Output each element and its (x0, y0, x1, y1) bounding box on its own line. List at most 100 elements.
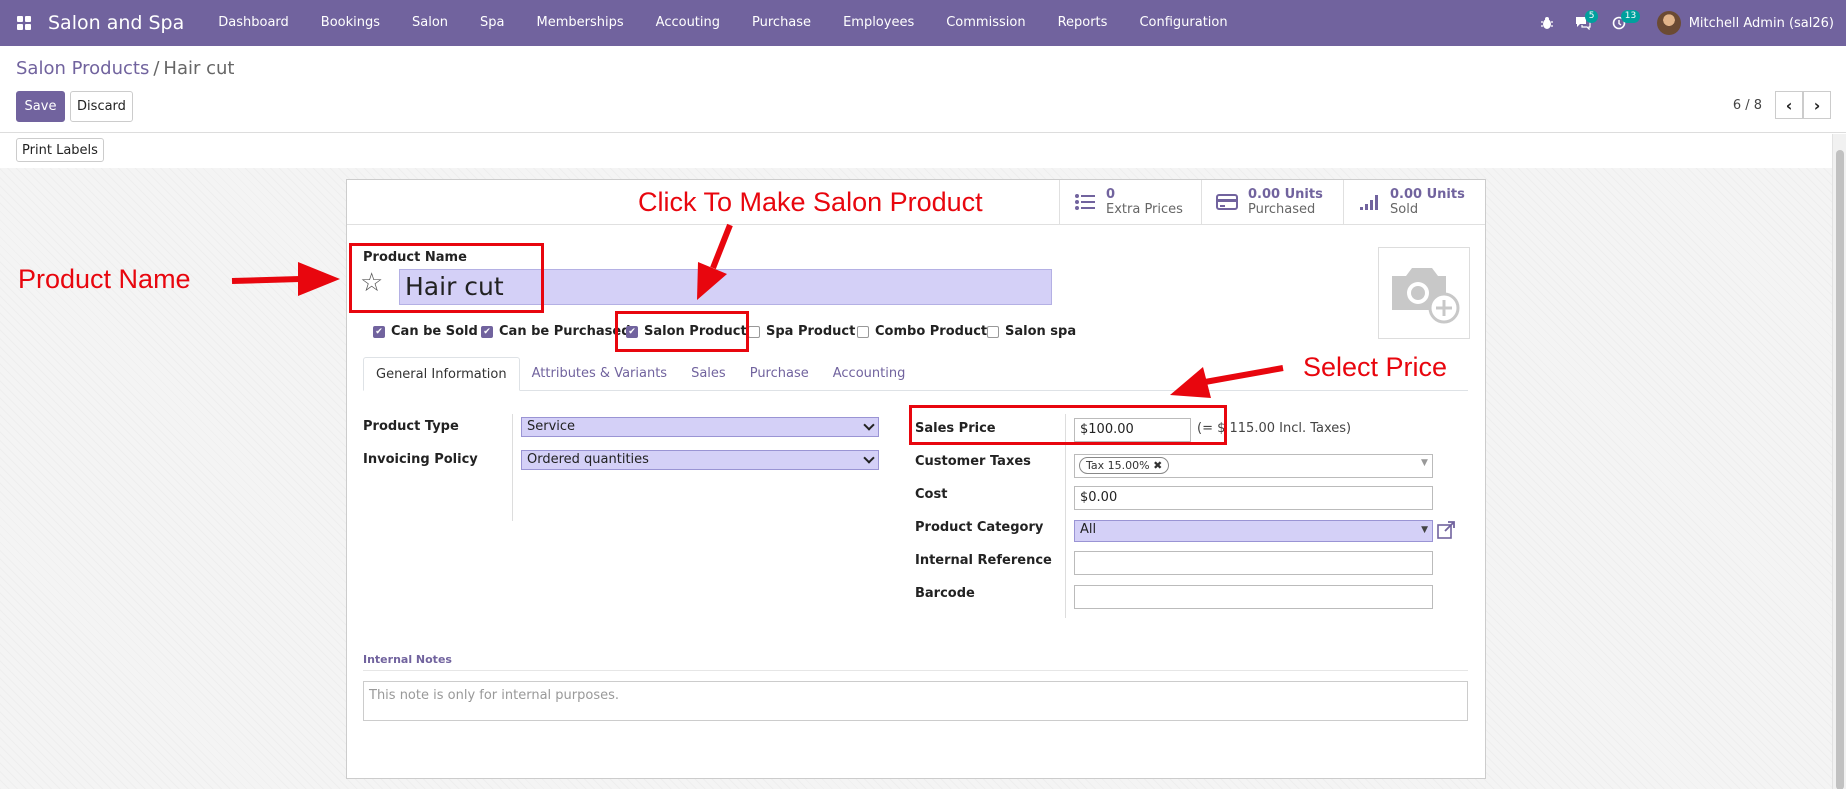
menu-configuration[interactable]: Configuration (1123, 0, 1243, 46)
barcode-input[interactable] (1074, 585, 1433, 609)
checkbox-label: Can be Sold (391, 324, 478, 339)
activities-badge: 13 (1620, 10, 1641, 23)
invoicing-policy-value: Ordered quantities (527, 452, 649, 467)
checkbox-unchecked-icon (857, 325, 869, 338)
barcode-label: Barcode (915, 586, 975, 601)
menu-purchase[interactable]: Purchase (736, 0, 827, 46)
checkbox-label: Salon spa (1005, 324, 1077, 339)
menu-commission[interactable]: Commission (930, 0, 1041, 46)
annotation-box-salon-product (615, 311, 749, 352)
stat-purchased-value: 0.00 Units (1248, 187, 1323, 202)
pager-next-button[interactable]: › (1803, 91, 1831, 119)
pager-previous-button[interactable]: ‹ (1775, 91, 1803, 119)
vertical-scrollbar[interactable] (1832, 134, 1846, 789)
stat-extra-prices[interactable]: 0 Extra Prices (1059, 180, 1201, 224)
menu-spa[interactable]: Spa (464, 0, 520, 46)
chevron-down-icon (863, 419, 875, 431)
annotation-box-sales-price (909, 405, 1227, 445)
cost-label: Cost (915, 487, 948, 502)
list-icon (1075, 194, 1095, 210)
signal-bars-icon (1360, 195, 1378, 210)
breadcrumb-separator: / (153, 58, 160, 79)
stat-purchased-label: Purchased (1248, 202, 1316, 217)
stat-sold-value: 0.00 Units (1390, 187, 1465, 202)
product-category-value: All (1080, 522, 1097, 537)
menu-memberships[interactable]: Memberships (521, 0, 640, 46)
checkbox-checked-icon: ✔ (373, 325, 385, 338)
discard-button[interactable]: Discard (70, 91, 133, 122)
product-category-select[interactable]: All ▼ (1074, 520, 1433, 542)
menu-dashboard[interactable]: Dashboard (202, 0, 305, 46)
stat-purchased[interactable]: 0.00 Units Purchased (1201, 180, 1343, 224)
annotation-box-product-name (349, 243, 544, 313)
stat-sold[interactable]: 0.00 Units Sold (1343, 180, 1485, 224)
internal-reference-label: Internal Reference (915, 553, 1052, 568)
breadcrumb-parent[interactable]: Salon Products (16, 58, 149, 79)
menu-accounting[interactable]: Accouting (640, 0, 736, 46)
checkbox-spa-product[interactable]: Spa Product (748, 324, 855, 339)
menu-bookings[interactable]: Bookings (305, 0, 396, 46)
checkbox-checked-icon: ✔ (481, 325, 493, 338)
save-button[interactable]: Save (16, 91, 65, 122)
product-type-select[interactable]: Service (521, 417, 879, 437)
top-navbar: Salon and Spa Dashboard Bookings Salon S… (0, 0, 1846, 46)
menu-salon[interactable]: Salon (396, 0, 464, 46)
app-title[interactable]: Salon and Spa (48, 12, 184, 34)
app-menu-icon[interactable] (0, 0, 48, 46)
user-name: Mitchell Admin (sal26) (1688, 15, 1834, 31)
product-type-label: Product Type (363, 419, 459, 434)
tab-accounting[interactable]: Accounting (821, 357, 918, 391)
product-category-label: Product Category (915, 520, 1044, 535)
control-panel-divider (0, 132, 1846, 133)
product-type-value: Service (527, 419, 576, 434)
checkbox-label: Combo Product (875, 324, 988, 339)
annotation-label-salon-product: Click To Make Salon Product (638, 187, 983, 217)
product-image-upload[interactable] (1378, 247, 1470, 339)
annotation-label-product-name: Product Name (18, 264, 191, 294)
tab-attributes-variants[interactable]: Attributes & Variants (520, 357, 679, 391)
internal-notes-divider (363, 670, 1468, 671)
internal-notes-title: Internal Notes (363, 653, 452, 666)
checkbox-label: Spa Product (766, 324, 856, 339)
invoicing-policy-select[interactable]: Ordered quantities (521, 450, 879, 470)
menu-employees[interactable]: Employees (827, 0, 930, 46)
customer-tax-tag[interactable]: Tax 15.00% ✖ (1079, 457, 1170, 474)
chevron-down-icon (863, 452, 875, 464)
user-menu[interactable]: Mitchell Admin (sal26) (1656, 11, 1834, 35)
menu-reports[interactable]: Reports (1042, 0, 1124, 46)
checkbox-label: Can be Purchased (499, 324, 631, 339)
messages-icon[interactable]: 5 (1565, 0, 1601, 46)
credit-card-icon (1216, 194, 1238, 210)
activities-clock-icon[interactable]: 13 (1601, 0, 1641, 46)
invoicing-policy-label: Invoicing Policy (363, 452, 478, 467)
tab-sales[interactable]: Sales (679, 357, 738, 391)
checkbox-unchecked-icon (987, 325, 999, 338)
messages-badge: 5 (1584, 10, 1599, 23)
breadcrumb: Salon Products / Hair cut (16, 58, 234, 79)
checkbox-combo-product[interactable]: Combo Product (857, 324, 987, 339)
external-link-icon[interactable] (1436, 520, 1456, 544)
debug-bug-icon[interactable] (1529, 0, 1565, 46)
internal-notes-textarea[interactable]: This note is only for internal purposes. (363, 681, 1468, 721)
print-labels-button[interactable]: Print Labels (16, 138, 104, 162)
customer-taxes-label: Customer Taxes (915, 454, 1031, 469)
tab-purchase[interactable]: Purchase (738, 357, 821, 391)
breadcrumb-current: Hair cut (163, 58, 235, 79)
checkbox-can-be-sold[interactable]: ✔ Can be Sold (373, 324, 478, 339)
remove-tag-icon[interactable]: ✖ (1153, 459, 1162, 472)
checkbox-can-be-purchased[interactable]: ✔ Can be Purchased (481, 324, 631, 339)
cost-input[interactable]: $0.00 (1074, 486, 1433, 510)
scrollbar-thumb[interactable] (1836, 150, 1844, 789)
stat-buttons-divider (347, 224, 1485, 225)
pager-value[interactable]: 6 / 8 (1733, 98, 1762, 113)
user-avatar (1656, 11, 1681, 35)
caret-down-icon: ▼ (1421, 525, 1428, 535)
checkbox-salon-spa[interactable]: Salon spa (987, 324, 1076, 339)
tab-general-information[interactable]: General Information (363, 357, 520, 391)
stat-extra-prices-label: Extra Prices (1106, 202, 1183, 217)
annotation-label-select-price: Select Price (1303, 352, 1448, 382)
caret-down-icon[interactable]: ▼ (1421, 458, 1428, 468)
internal-reference-input[interactable] (1074, 551, 1433, 575)
camera-add-icon (1392, 268, 1460, 324)
checkbox-unchecked-icon (748, 325, 760, 338)
